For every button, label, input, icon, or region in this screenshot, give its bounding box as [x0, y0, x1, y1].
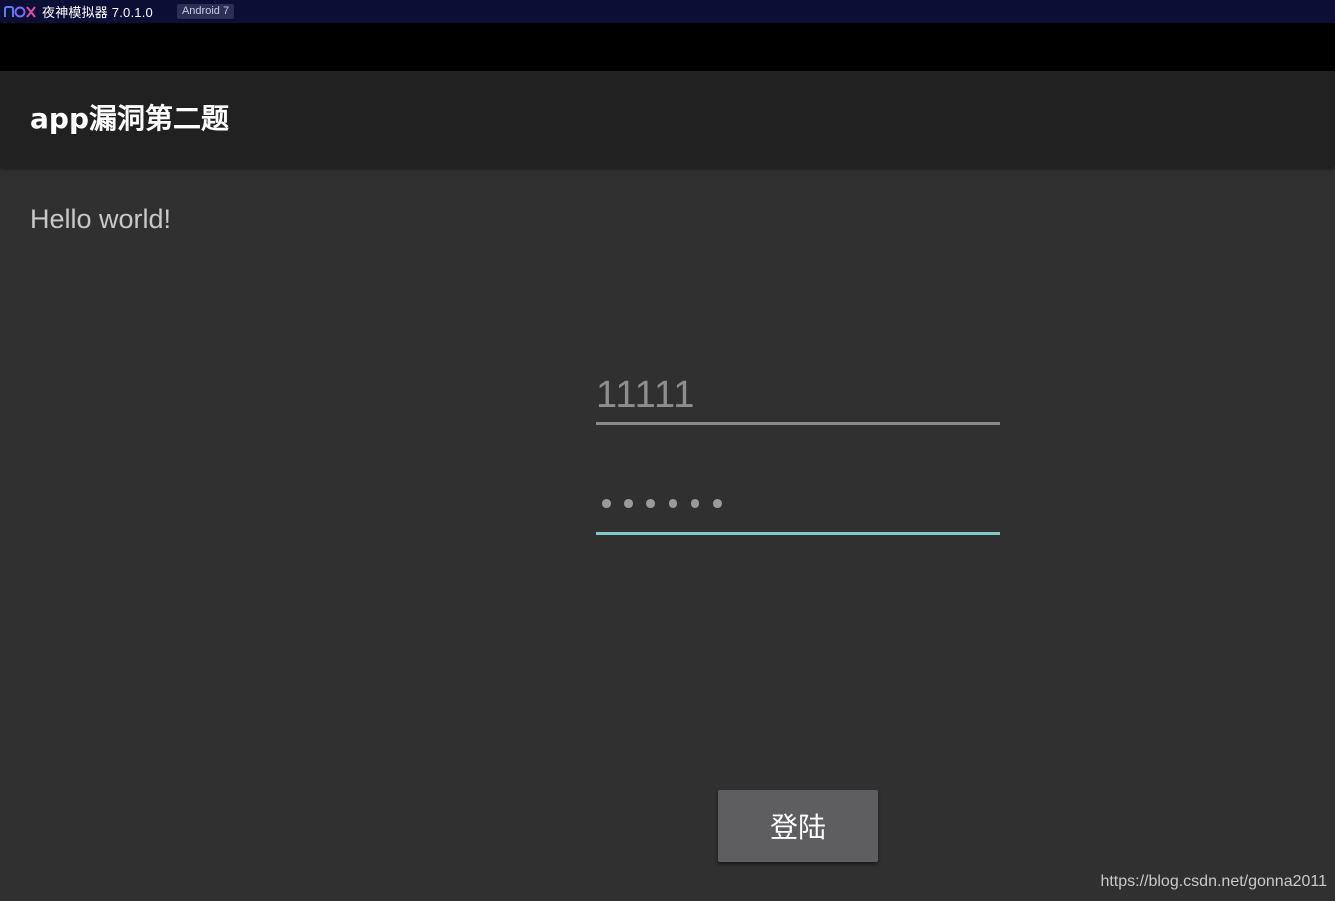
app-toolbar: app漏洞第二题	[0, 71, 1335, 167]
password-field[interactable]	[596, 477, 1000, 537]
android-version-badge: Android 7	[176, 4, 235, 19]
watermark-url: https://blog.csdn.net/gonna2011	[1100, 873, 1327, 890]
username-underline	[596, 422, 1000, 425]
login-button[interactable]: 登陆	[718, 790, 878, 862]
android-status-bar	[0, 23, 1335, 71]
main-content: Hello world! 11111 登陆	[0, 167, 1335, 901]
password-dot	[646, 499, 655, 508]
emulator-title: 夜神模拟器 7.0.1.0	[42, 5, 153, 20]
password-dot	[690, 499, 700, 508]
password-mask	[602, 499, 722, 508]
password-underline	[596, 532, 1000, 535]
password-dot	[712, 499, 722, 508]
password-dot	[624, 499, 633, 508]
nox-logo-icon	[4, 5, 36, 19]
username-field[interactable]: 11111	[596, 367, 1000, 427]
password-dot	[602, 499, 611, 508]
password-dot	[668, 499, 678, 508]
emulator-titlebar: 夜神模拟器 7.0.1.0 Android 7	[0, 0, 1335, 23]
hello-text: Hello world!	[30, 204, 172, 234]
username-value: 11111	[596, 374, 696, 416]
app-title: app漏洞第二题	[30, 102, 229, 135]
